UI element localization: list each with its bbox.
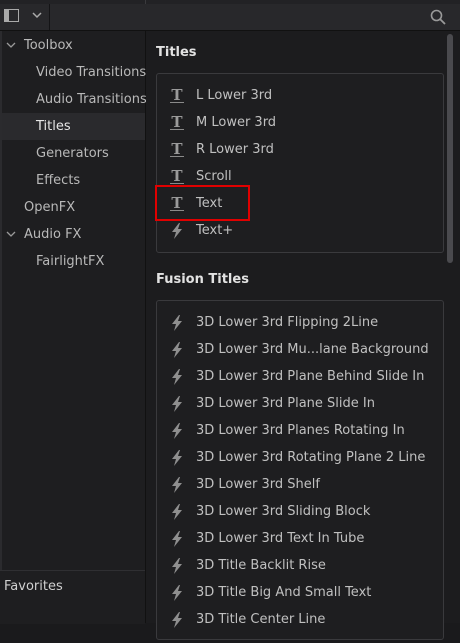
favorites-section[interactable]: Favorites xyxy=(0,570,145,624)
titles-heading: Titles xyxy=(156,45,197,60)
fusion-title-item[interactable]: 3D Lower 3rd Plane Slide In xyxy=(167,390,427,417)
fusion-title-item[interactable]: 3D Lower 3rd Text In Tube xyxy=(167,525,427,552)
scrollbar-track xyxy=(453,31,460,623)
titles-list: T L Lower 3rd T M Lower 3rd T R Lower 3r… xyxy=(156,73,444,253)
sidebar-item-label: Effects xyxy=(36,173,81,188)
fusion-title-label: 3D Lower 3rd Text In Tube xyxy=(196,531,365,546)
fusion-title-label: 3D Title Backlit Rise xyxy=(196,558,326,573)
fusion-title-label: 3D Lower 3rd Plane Behind Slide In xyxy=(196,369,425,384)
favorites-label: Favorites xyxy=(4,579,63,594)
sidebar-item-video-transitions[interactable]: Video Transitions xyxy=(2,59,147,86)
fusion-bolt-icon xyxy=(167,444,187,471)
fusion-bolt-icon xyxy=(167,606,187,633)
fusion-title-label: 3D Lower 3rd Sliding Block xyxy=(196,504,371,519)
toolbar-divider xyxy=(49,4,50,30)
fusion-bolt-icon xyxy=(167,579,187,606)
fusion-bolt-icon xyxy=(167,552,187,579)
fusion-title-item[interactable]: 3D Title Center Line xyxy=(167,606,427,633)
title-item-m-lower-3rd[interactable]: T M Lower 3rd xyxy=(167,109,427,136)
fusion-title-label: 3D Title Big And Small Text xyxy=(196,585,372,600)
search-icon[interactable] xyxy=(429,8,447,26)
fusion-bolt-icon xyxy=(167,498,187,525)
fusion-title-item[interactable]: 3D Title Big And Small Text xyxy=(167,579,427,606)
fusion-title-label: 3D Lower 3rd Rotating Plane 2 Line xyxy=(196,450,426,465)
fusion-bolt-icon xyxy=(167,363,187,390)
sidebar-item-fairlightfx[interactable]: FairlightFX xyxy=(2,248,145,275)
fusion-title-item[interactable]: 3D Lower 3rd Shelf xyxy=(167,471,427,498)
title-item-text-plus[interactable]: Text+ xyxy=(167,217,427,244)
scrollbar-thumb[interactable] xyxy=(447,34,453,263)
fusion-title-item[interactable]: 3D Lower 3rd Plane Behind Slide In xyxy=(167,363,427,390)
title-item-label: Text+ xyxy=(196,223,234,238)
title-item-label: R Lower 3rd xyxy=(196,142,274,157)
fusion-title-item[interactable]: 3D Lower 3rd Flipping 2Line xyxy=(167,309,427,336)
sidebar-item-label: FairlightFX xyxy=(36,254,105,269)
sidebar-item-openfx[interactable]: OpenFX xyxy=(2,194,145,221)
title-item-l-lower-3rd[interactable]: T L Lower 3rd xyxy=(167,82,427,109)
fusion-title-label: 3D Title Center Line xyxy=(196,612,326,627)
sidebar-item-label: OpenFX xyxy=(24,200,76,215)
effects-sidebar: Toolbox Video Transitions Audio Transiti… xyxy=(0,31,147,624)
fusion-title-label: 3D Lower 3rd Planes Rotating In xyxy=(196,423,405,438)
fusion-bolt-icon xyxy=(167,390,187,417)
sidebar-item-label: Video Transitions xyxy=(36,65,147,80)
fusion-title-label: 3D Lower 3rd Shelf xyxy=(196,477,320,492)
fusion-titles-list: 3D Lower 3rd Flipping 2Line 3D Lower 3rd … xyxy=(156,300,444,640)
text-item-highlight-box xyxy=(155,185,250,221)
sidebar-item-titles[interactable]: Titles xyxy=(2,113,145,140)
fusion-bolt-icon xyxy=(167,525,187,552)
panel-toggle-icon[interactable] xyxy=(4,9,19,22)
fusion-title-item[interactable]: 3D Title Backlit Rise xyxy=(167,552,427,579)
effects-list-panel: Titles T L Lower 3rd T M Lower 3rd T R L… xyxy=(146,31,460,640)
sidebar-item-toolbox[interactable]: Toolbox xyxy=(2,32,145,59)
fusion-title-item[interactable]: 3D Lower 3rd Sliding Block xyxy=(167,498,427,525)
sidebar-item-label: Titles xyxy=(36,119,71,134)
fusion-title-item[interactable]: 3D Lower 3rd Rotating Plane 2 Line xyxy=(167,444,427,471)
sidebar-item-generators[interactable]: Generators xyxy=(2,140,145,167)
fusion-bolt-icon xyxy=(167,217,187,244)
fusion-bolt-icon xyxy=(167,309,187,336)
sidebar-item-label: Generators xyxy=(36,146,109,161)
sidebar-item-label: Audio Transitions xyxy=(36,92,147,107)
sidebar-item-audio-transitions[interactable]: Audio Transitions xyxy=(2,86,147,113)
title-item-label: L Lower 3rd xyxy=(196,88,273,103)
fusion-bolt-icon xyxy=(167,417,187,444)
effects-toolbar xyxy=(0,4,460,31)
sidebar-item-label: Toolbox xyxy=(24,38,73,53)
text-t-icon: T xyxy=(167,82,187,109)
fusion-title-item[interactable]: 3D Lower 3rd Planes Rotating In xyxy=(167,417,427,444)
fusion-title-label: 3D Lower 3rd Mu...lane Background xyxy=(196,342,429,357)
fusion-titles-heading: Fusion Titles xyxy=(156,272,249,287)
fusion-bolt-icon xyxy=(167,471,187,498)
fusion-title-label: 3D Lower 3rd Plane Slide In xyxy=(196,396,375,411)
fusion-title-label: 3D Lower 3rd Flipping 2Line xyxy=(196,315,379,330)
title-item-label: M Lower 3rd xyxy=(196,115,277,130)
fusion-bolt-icon xyxy=(167,336,187,363)
title-item-r-lower-3rd[interactable]: T R Lower 3rd xyxy=(167,136,427,163)
text-t-icon: T xyxy=(167,109,187,136)
chevron-down-icon[interactable] xyxy=(30,7,44,23)
text-t-icon: T xyxy=(167,136,187,163)
sidebar-item-label: Audio FX xyxy=(24,227,82,242)
fusion-title-item[interactable]: 3D Lower 3rd Mu...lane Background xyxy=(167,336,429,363)
sidebar-item-audio-fx[interactable]: Audio FX xyxy=(2,221,145,248)
sidebar-item-effects[interactable]: Effects xyxy=(2,167,145,194)
